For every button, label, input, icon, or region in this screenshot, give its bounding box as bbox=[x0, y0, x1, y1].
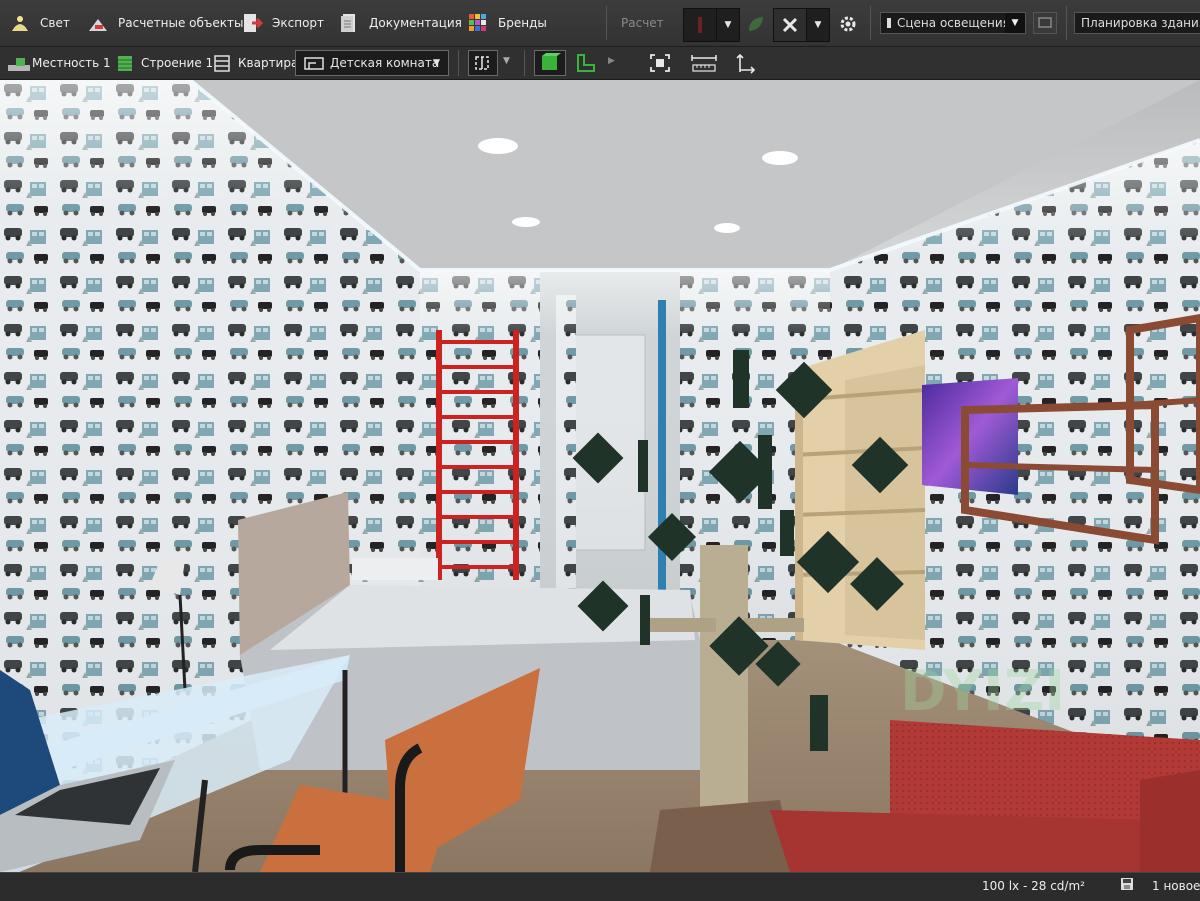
room-select[interactable]: Детская комната ▼ bbox=[295, 50, 449, 76]
measure-button[interactable] bbox=[690, 52, 718, 74]
calculation-label: Расчет bbox=[621, 16, 664, 30]
building-plan-label: Планировка здания и bbox=[1081, 16, 1200, 30]
export-button[interactable]: Экспорт bbox=[240, 0, 324, 46]
ruler-icon bbox=[691, 55, 717, 72]
save-icon[interactable] bbox=[1120, 877, 1134, 894]
brands-button[interactable]: Бренды bbox=[466, 0, 547, 46]
brands-label: Бренды bbox=[498, 16, 547, 30]
close-calc-dropdown[interactable]: ▼ bbox=[806, 8, 830, 42]
light-label: Свет bbox=[40, 16, 70, 30]
close-calc-button[interactable] bbox=[773, 8, 807, 42]
toolbar-divider bbox=[1066, 6, 1067, 40]
axis-arrows-icon bbox=[736, 53, 756, 74]
calc-mode-button[interactable] bbox=[683, 8, 717, 42]
lighting-scene-select[interactable]: Сцена освещения 1 ▼ bbox=[880, 12, 1026, 34]
close-icon bbox=[782, 17, 798, 33]
gear-icon[interactable] bbox=[838, 14, 858, 34]
calc-objects-button[interactable]: Расчетные объекты bbox=[86, 0, 243, 46]
calculation-button[interactable]: Расчет bbox=[621, 0, 664, 46]
calc-objects-label: Расчетные объекты bbox=[118, 16, 244, 30]
building-plan-select[interactable]: Планировка здания и bbox=[1074, 12, 1200, 34]
notifications-count[interactable]: 1 новое bbox=[1152, 879, 1200, 893]
export-label: Экспорт bbox=[272, 16, 325, 30]
building-label: Строение 1 bbox=[141, 56, 214, 70]
lighting-scene-label: Сцена освещения 1 bbox=[897, 16, 1022, 30]
toolbar-divider bbox=[524, 50, 525, 76]
3d-viewport[interactable]: DYIZI bbox=[0, 80, 1200, 872]
l-shape-icon bbox=[577, 54, 595, 72]
room-icon bbox=[304, 57, 324, 70]
terrain-label: Местность 1 bbox=[32, 56, 111, 70]
room-label: Детская комната bbox=[330, 56, 440, 70]
document-icon bbox=[337, 11, 361, 35]
floor-plan-view-button[interactable] bbox=[574, 52, 598, 74]
toolbar-divider bbox=[458, 50, 459, 76]
fit-view-button[interactable] bbox=[648, 52, 672, 74]
illuminance-readout: 100 lx - 28 cd/m² bbox=[982, 879, 1085, 893]
apartment-icon bbox=[212, 54, 232, 72]
toolbar-divider bbox=[606, 6, 607, 40]
selection-frame-icon bbox=[475, 56, 489, 70]
apartment-button[interactable]: Квартира bbox=[212, 47, 298, 79]
building-icon bbox=[115, 54, 135, 72]
chevron-down-icon: ▼ bbox=[814, 20, 822, 30]
apartment-label: Квартира bbox=[238, 56, 299, 70]
scene-marker bbox=[887, 18, 891, 28]
selection-tool-button[interactable] bbox=[468, 50, 498, 76]
chevron-right-icon[interactable]: ▶ bbox=[608, 56, 615, 66]
calc-mode-icon bbox=[698, 17, 702, 33]
chevron-down-icon: ▼ bbox=[724, 20, 732, 30]
calc-mode-dropdown[interactable]: ▼ bbox=[716, 8, 740, 42]
monitor-icon[interactable] bbox=[1033, 12, 1057, 34]
height-tool-button[interactable] bbox=[734, 52, 758, 74]
terrain-button[interactable]: Местность 1 bbox=[6, 47, 111, 79]
export-icon bbox=[240, 11, 264, 35]
status-bar: 100 lx - 28 cd/m² 1 новое bbox=[0, 872, 1200, 901]
cube-icon bbox=[542, 53, 561, 70]
selection-tool-dropdown[interactable]: ▼ bbox=[503, 56, 510, 66]
documentation-button[interactable]: Документация bbox=[337, 0, 462, 46]
brands-grid-icon bbox=[466, 11, 490, 35]
documentation-label: Документация bbox=[369, 16, 462, 30]
room-render: DYIZI bbox=[0, 80, 1200, 872]
building-button[interactable]: Строение 1 bbox=[115, 47, 213, 79]
leaf-icon[interactable] bbox=[746, 14, 766, 34]
fit-to-screen-icon bbox=[650, 54, 670, 72]
watermark-text: DYIZI bbox=[900, 659, 1065, 724]
navigation-bar: Местность 1 Строение 1 Квартира Детская … bbox=[0, 47, 1200, 80]
chevron-down-icon: ▼ bbox=[433, 58, 440, 68]
calc-objects-icon bbox=[86, 11, 110, 35]
lamp-icon bbox=[8, 11, 32, 35]
terrain-icon bbox=[6, 54, 30, 72]
3d-view-button[interactable] bbox=[534, 50, 566, 76]
toolbar-divider bbox=[870, 6, 871, 40]
light-button[interactable]: Свет bbox=[8, 0, 70, 46]
chevron-down-icon: ▼ bbox=[1005, 13, 1025, 33]
main-toolbar: Свет Расчетные объекты Экспорт Документа… bbox=[0, 0, 1200, 47]
